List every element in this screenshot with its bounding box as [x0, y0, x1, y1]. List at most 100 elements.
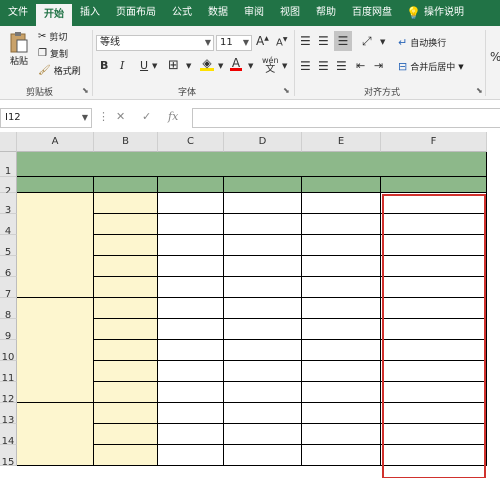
header-cell[interactable]: [381, 177, 487, 193]
row-header-12[interactable]: 12: [0, 382, 17, 405]
column-header-A[interactable]: A: [17, 132, 94, 152]
enter-icon[interactable]: ✓: [142, 110, 151, 123]
chevron-down-icon[interactable]: ▼: [218, 62, 223, 70]
row-header-11[interactable]: 11: [0, 361, 17, 384]
align-top-icon[interactable]: ☰: [300, 34, 311, 48]
formula-input[interactable]: [192, 108, 500, 128]
month-value-cell[interactable]: [302, 361, 381, 382]
group-cell[interactable]: [17, 403, 94, 466]
month-value-cell[interactable]: [302, 256, 381, 277]
row-header-4[interactable]: 4: [0, 214, 17, 237]
month-value-cell[interactable]: [224, 424, 302, 445]
align-left-icon[interactable]: ☰: [300, 59, 311, 73]
month-value-cell[interactable]: [224, 193, 302, 214]
align-bottom-icon[interactable]: ☰: [334, 31, 352, 51]
tab-view[interactable]: 视图: [272, 0, 308, 26]
phonetic-guide-button[interactable]: wén 文: [262, 56, 279, 75]
tab-page-layout[interactable]: 页面布局: [108, 0, 164, 26]
month-value-cell[interactable]: [158, 214, 224, 235]
row-header-13[interactable]: 13: [0, 403, 17, 426]
month-value-cell[interactable]: [302, 382, 381, 403]
tab-baidu-netdisk[interactable]: 百度网盘: [344, 0, 400, 26]
sheet-title[interactable]: [17, 152, 487, 177]
month-value-cell[interactable]: [224, 277, 302, 298]
insert-function-icon[interactable]: fx: [168, 110, 178, 123]
row-header-1[interactable]: 1: [0, 152, 17, 177]
month-value-cell[interactable]: [158, 298, 224, 319]
total-cell[interactable]: [381, 445, 487, 466]
merge-center-button[interactable]: ⊟ 合并后居中 ▼: [398, 60, 464, 73]
row-header-6[interactable]: 6: [0, 256, 17, 279]
header-cell[interactable]: [302, 177, 381, 193]
month-value-cell[interactable]: [302, 214, 381, 235]
month-value-cell[interactable]: [224, 403, 302, 424]
month-value-cell[interactable]: [302, 277, 381, 298]
name-box[interactable]: I12 ▼: [0, 108, 92, 128]
group-cell[interactable]: [17, 193, 94, 298]
cancel-icon[interactable]: ✕: [116, 110, 125, 123]
cut-button[interactable]: ✂ 剪切: [38, 30, 67, 43]
employee-cell[interactable]: [94, 382, 158, 403]
group-cell[interactable]: [17, 298, 94, 403]
chevron-down-icon[interactable]: ▼: [380, 38, 385, 46]
tab-file[interactable]: 文件: [0, 0, 36, 26]
employee-cell[interactable]: [94, 214, 158, 235]
row-header-5[interactable]: 5: [0, 235, 17, 258]
align-middle-icon[interactable]: ☰: [318, 34, 329, 48]
alignment-launcher-icon[interactable]: ⬊: [476, 86, 483, 95]
align-center-icon[interactable]: ☰: [318, 59, 329, 73]
tab-data[interactable]: 数据: [200, 0, 236, 26]
column-header-C[interactable]: C: [158, 132, 224, 152]
total-cell[interactable]: [381, 424, 487, 445]
month-value-cell[interactable]: [158, 361, 224, 382]
row-header-15[interactable]: 15: [0, 445, 17, 468]
font-size-select[interactable]: 11 ▼: [216, 35, 252, 51]
column-header-B[interactable]: B: [94, 132, 158, 152]
month-value-cell[interactable]: [302, 445, 381, 466]
italic-button[interactable]: I: [120, 59, 124, 72]
font-color-icon[interactable]: A: [230, 56, 242, 71]
employee-cell[interactable]: [94, 445, 158, 466]
column-header-D[interactable]: D: [224, 132, 302, 152]
month-value-cell[interactable]: [224, 214, 302, 235]
month-value-cell[interactable]: [224, 445, 302, 466]
employee-cell[interactable]: [94, 256, 158, 277]
tell-me-search[interactable]: 操作说明: [424, 0, 472, 26]
employee-cell[interactable]: [94, 403, 158, 424]
month-value-cell[interactable]: [224, 256, 302, 277]
clipboard-launcher-icon[interactable]: ⬊: [82, 86, 89, 95]
total-cell[interactable]: [381, 214, 487, 235]
total-cell[interactable]: [381, 340, 487, 361]
total-cell[interactable]: [381, 277, 487, 298]
employee-cell[interactable]: [94, 193, 158, 214]
month-value-cell[interactable]: [224, 340, 302, 361]
total-cell[interactable]: [381, 382, 487, 403]
font-name-select[interactable]: 等线 ▼: [96, 35, 214, 51]
chevron-down-icon[interactable]: ▼: [152, 62, 157, 70]
tab-review[interactable]: 审阅: [236, 0, 272, 26]
font-launcher-icon[interactable]: ⬊: [283, 86, 290, 95]
align-right-icon[interactable]: ☰: [336, 59, 347, 73]
header-cell[interactable]: [17, 177, 94, 193]
month-value-cell[interactable]: [302, 340, 381, 361]
paste-button[interactable]: 粘贴: [6, 30, 32, 67]
row-header-2[interactable]: 2: [0, 177, 17, 197]
select-all-corner[interactable]: [0, 132, 17, 152]
orientation-icon[interactable]: ⤢: [362, 34, 372, 49]
tab-formulas[interactable]: 公式: [164, 0, 200, 26]
employee-cell[interactable]: [94, 361, 158, 382]
underline-button[interactable]: U: [140, 59, 148, 72]
increase-font-icon[interactable]: A▲: [256, 34, 269, 48]
month-value-cell[interactable]: [224, 319, 302, 340]
decrease-indent-icon[interactable]: ⇤: [356, 59, 365, 72]
header-cell[interactable]: [94, 177, 158, 193]
chevron-down-icon[interactable]: ▼: [186, 62, 191, 70]
month-value-cell[interactable]: [158, 277, 224, 298]
month-value-cell[interactable]: [158, 424, 224, 445]
chevron-down-icon[interactable]: ▼: [248, 62, 253, 70]
month-value-cell[interactable]: [158, 256, 224, 277]
employee-cell[interactable]: [94, 340, 158, 361]
employee-cell[interactable]: [94, 424, 158, 445]
row-header-3[interactable]: 3: [0, 193, 17, 216]
month-value-cell[interactable]: [224, 361, 302, 382]
